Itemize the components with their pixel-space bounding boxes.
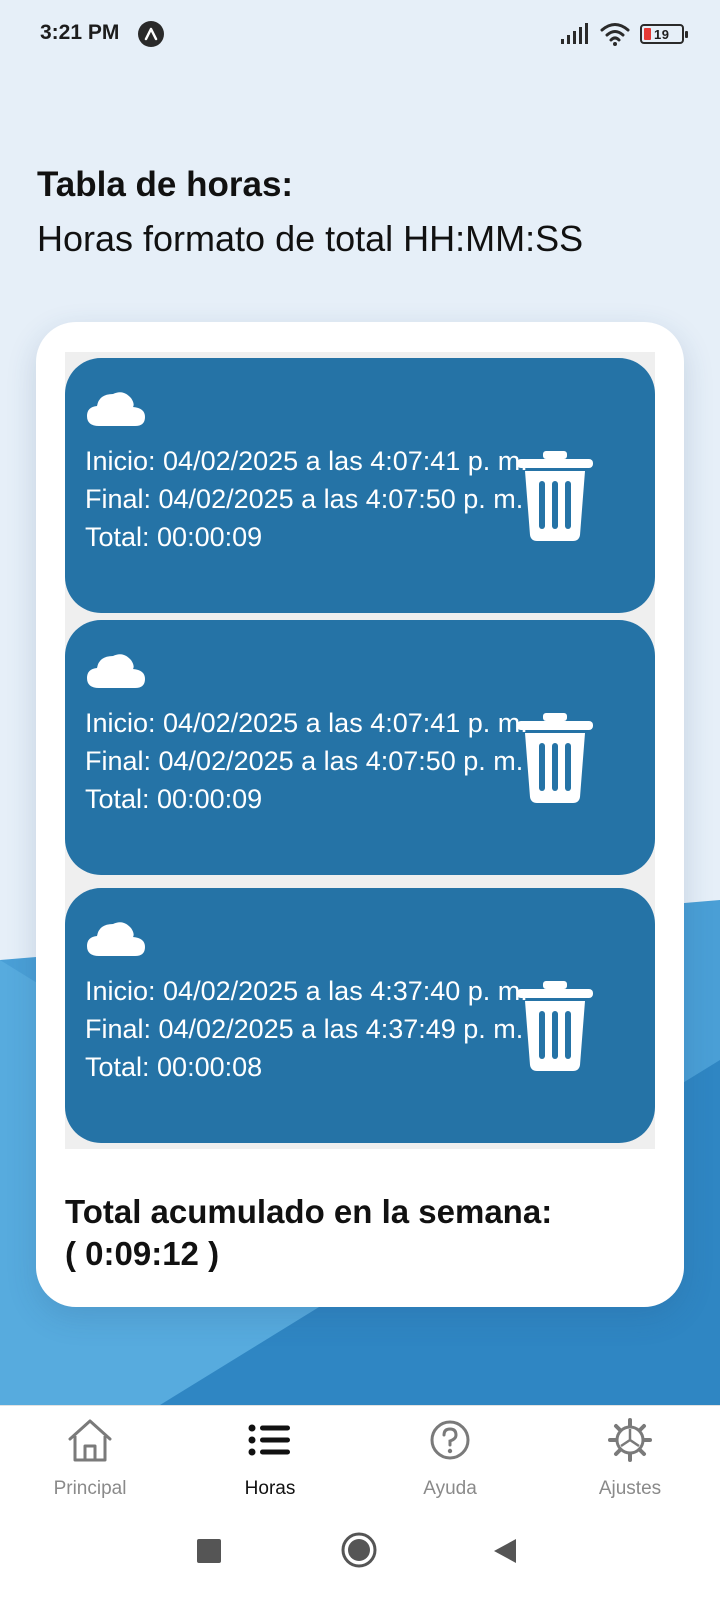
gear-icon	[608, 1418, 652, 1462]
nav-label-ajustes: Ajustes	[598, 1478, 662, 1499]
hours-card: Inicio: 04/02/2025 a las 4:07:41 p. m. F…	[36, 322, 684, 1307]
trash-icon[interactable]	[517, 713, 593, 803]
trash-icon[interactable]	[517, 981, 593, 1071]
nav-label-horas: Horas	[244, 1478, 296, 1499]
page-title: Tabla de horas:	[37, 165, 294, 204]
list-icon	[248, 1424, 290, 1456]
home-icon	[68, 1419, 112, 1462]
record-end: Final: 04/02/2025 a las 4:07:50 p. m.	[85, 746, 524, 776]
record-start: Inicio: 04/02/2025 a las 4:37:40 p. m.	[85, 976, 528, 1006]
records-list[interactable]: Inicio: 04/02/2025 a las 4:07:41 p. m. F…	[65, 352, 655, 1149]
record-end: Final: 04/02/2025 a las 4:07:50 p. m.	[85, 484, 524, 514]
record-total: Total: 00:00:09	[85, 522, 263, 552]
recents-button[interactable]	[197, 1539, 221, 1563]
trash-icon[interactable]	[517, 451, 593, 541]
record-item[interactable]: Inicio: 04/02/2025 a las 4:07:41 p. m. F…	[65, 358, 655, 613]
nav-item-principal[interactable]: Principal	[0, 1406, 180, 1504]
help-icon	[430, 1420, 470, 1460]
status-time: 3:21 PM	[40, 21, 120, 44]
record-start: Inicio: 04/02/2025 a las 4:07:41 p. m.	[85, 708, 528, 738]
record-item[interactable]: Inicio: 04/02/2025 a las 4:37:40 p. m. F…	[65, 888, 655, 1143]
wifi-icon	[600, 23, 630, 46]
battery-icon: 19	[640, 24, 688, 44]
record-total: Total: 00:00:08	[85, 1052, 263, 1082]
app-notification-icon	[138, 21, 164, 47]
status-icons: 19	[560, 22, 688, 46]
home-button[interactable]	[340, 1531, 378, 1569]
record-total: Total: 00:00:09	[85, 784, 263, 814]
record-item[interactable]: Inicio: 04/02/2025 a las 4:07:41 p. m. F…	[65, 620, 655, 875]
system-navigation-bar	[0, 1503, 720, 1600]
page-subtitle: Horas formato de total HH:MM:SS	[37, 218, 584, 259]
nav-item-horas[interactable]: Horas	[180, 1406, 360, 1504]
nav-label-principal: Principal	[53, 1478, 127, 1499]
cloud-icon	[87, 654, 145, 688]
weekly-total-label: Total acumulado en la semana:	[65, 1193, 553, 1230]
record-start: Inicio: 04/02/2025 a las 4:07:41 p. m.	[85, 446, 528, 476]
cloud-icon	[87, 392, 145, 426]
signal-icon	[561, 23, 588, 44]
cloud-icon	[87, 922, 145, 956]
nav-label-ayuda: Ayuda	[423, 1478, 477, 1499]
nav-item-ayuda[interactable]: Ayuda	[360, 1406, 540, 1504]
battery-level: 19	[654, 26, 670, 42]
back-button[interactable]	[492, 1537, 518, 1565]
record-end: Final: 04/02/2025 a las 4:37:49 p. m.	[85, 1014, 524, 1044]
status-bar: 3:21 PM 19	[0, 0, 720, 70]
weekly-total-value: ( 0:09:12 )	[65, 1235, 220, 1272]
bottom-navigation: Principal Horas Ayuda Ajustes	[0, 1405, 720, 1503]
nav-item-ajustes[interactable]: Ajustes	[540, 1406, 720, 1504]
